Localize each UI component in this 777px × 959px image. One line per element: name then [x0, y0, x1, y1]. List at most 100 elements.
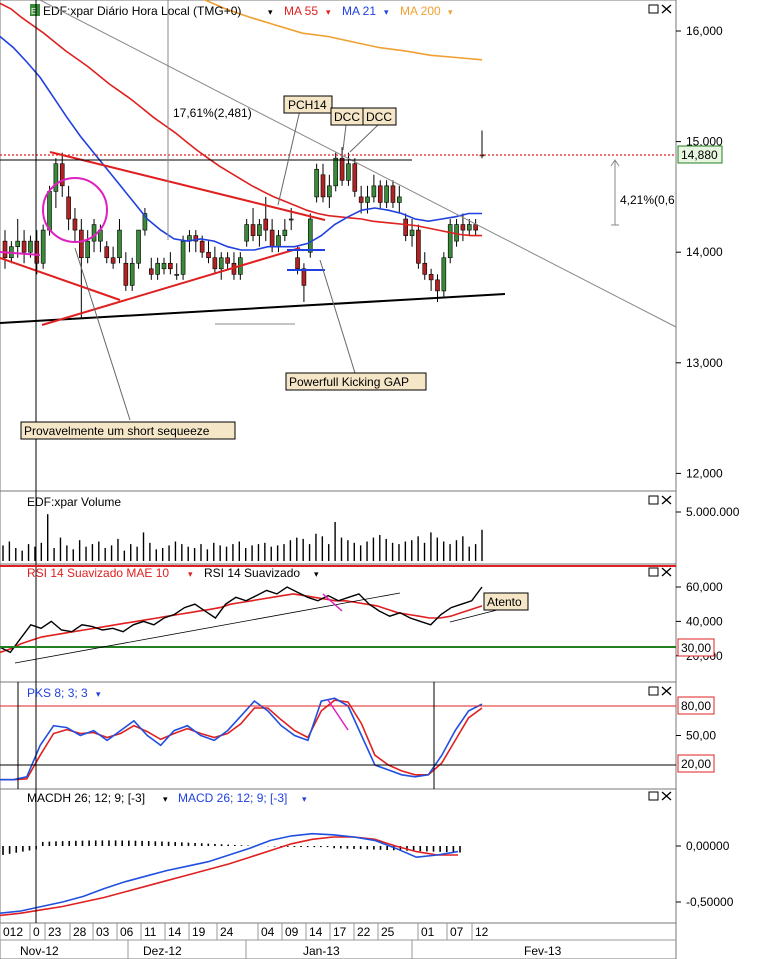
pks-title[interactable]: PKS 8; 3; 3 [27, 686, 88, 700]
candle-body [91, 224, 97, 242]
candle-body [180, 240, 186, 275]
x-axis-day-label: 19 [192, 925, 206, 939]
price-title-dropdown-icon[interactable]: ▾ [268, 7, 273, 17]
move-label: 17,61%(2,481) [173, 106, 252, 120]
x-axis-day-label: 25 [381, 925, 395, 939]
candle-body [212, 257, 218, 270]
candle-body [333, 157, 339, 187]
candle-body [199, 240, 205, 253]
rsi-title-b[interactable]: RSI 14 Suavizado [204, 566, 300, 580]
dcc-label: DCC [334, 110, 360, 124]
candle-body [174, 274, 180, 276]
macdh-title[interactable]: MACDH 26; 12; 9; [-3] [27, 791, 145, 805]
candle-body [435, 279, 440, 292]
candle-body [466, 224, 472, 231]
candle-body [53, 163, 59, 192]
candle-body [206, 251, 211, 259]
x-axis-month-label: Nov-12 [20, 944, 59, 958]
pks-dropdown-icon[interactable]: ▾ [96, 689, 101, 699]
x-axis-month-label: Jan-13 [303, 944, 340, 958]
candle-body [428, 274, 434, 281]
price-axis-label: 12,000 [686, 466, 723, 480]
candle-body [148, 268, 154, 275]
macd-dropdown-icon[interactable]: ▾ [302, 794, 307, 804]
dcc-label-box[interactable]: DCC [330, 107, 364, 126]
candle-body [59, 163, 65, 187]
candle-body [276, 235, 281, 247]
candle-body [320, 174, 326, 198]
candle-body [244, 224, 249, 242]
atento-label: Atento [487, 595, 522, 609]
x-axis-month-label: Fev-13 [524, 944, 562, 958]
candle-body [34, 240, 40, 264]
candle-body [288, 218, 294, 221]
legend-ma200[interactable]: MA 200 [400, 4, 441, 18]
candle-body [15, 240, 21, 247]
candle-body [263, 218, 269, 231]
candle-body [47, 191, 52, 231]
candle-body [2, 240, 8, 259]
candle-body [384, 185, 389, 203]
candle-body [168, 262, 173, 270]
price-axis-label: 14,000 [686, 245, 723, 259]
pks-80-box: 80,00 [677, 696, 715, 715]
price-panel [0, 0, 677, 492]
price-title[interactable]: EDF:xpar Diário Hora Local (TMG+0) [43, 4, 241, 18]
candle-body [346, 163, 351, 181]
ma21-dropdown-icon[interactable]: ▾ [384, 7, 389, 17]
price-axis-label: 13,000 [686, 356, 723, 370]
candle-body [314, 168, 319, 198]
x-axis-day-label: 28 [73, 925, 87, 939]
pct-label: 4,21%(0,6 [620, 193, 675, 207]
macd-title[interactable]: MACD 26; 12; 9; [-3] [178, 791, 287, 805]
gap-label-box[interactable]: Powerfull Kicking GAP [285, 372, 427, 391]
x-axis-day-label: 06 [120, 925, 134, 939]
x-axis-day-label: 12 [475, 925, 489, 939]
pks-20-label: 20,00 [681, 757, 711, 771]
rsi-b-dropdown-icon[interactable]: ▾ [314, 569, 319, 579]
candle-body [295, 257, 300, 270]
candle-body [422, 262, 428, 275]
candle-body [129, 262, 135, 286]
squeeze-label-box[interactable]: Provavelmente um short sequeeze [20, 421, 236, 440]
x-axis-day-label: 09 [285, 925, 299, 939]
macd-axis-label: 0,00000 [686, 839, 730, 853]
candle-body [282, 229, 288, 236]
pks-20-box: 20,00 [677, 754, 715, 773]
dcc2-label-box[interactable]: DCC [362, 107, 397, 126]
candle-body [352, 163, 358, 192]
candle-body [161, 262, 167, 270]
x-axis-month-label: Dez-12 [143, 944, 182, 958]
dcc2-label: DCC [366, 110, 392, 124]
macdh-dropdown-icon[interactable]: ▾ [163, 794, 168, 804]
candle-body [307, 218, 313, 253]
legend-ma55[interactable]: MA 55 [284, 4, 318, 18]
candle-body [110, 257, 116, 264]
atento-label-box[interactable]: Atento [483, 592, 529, 611]
volume-title[interactable]: EDF:xpar Volume [27, 495, 121, 509]
candle-body [365, 196, 370, 203]
ma200-dropdown-icon[interactable]: ▾ [448, 7, 453, 17]
pch14-label-box[interactable]: PCH14 [283, 95, 333, 114]
rsi-a-dropdown-icon[interactable]: ▾ [188, 569, 193, 579]
x-axis-day-label: 22 [357, 925, 371, 939]
ma55-dropdown-icon[interactable]: ▾ [326, 7, 331, 17]
candle-body [460, 224, 466, 231]
rsi-axis-label: 60,000 [686, 580, 723, 594]
rsi-title-a[interactable]: RSI 14 Suavizado MAE 10 [27, 566, 169, 580]
candle-body [403, 218, 408, 236]
candle-body [257, 224, 262, 236]
gap-label: Powerfull Kicking GAP [289, 375, 409, 389]
candle-body [473, 224, 478, 231]
x-axis-day-label: 07 [450, 925, 464, 939]
candle-body [85, 240, 90, 259]
candle-body [218, 257, 224, 270]
rsi-30-label: 30,00 [681, 641, 711, 655]
candle-body [377, 185, 383, 203]
legend-ma21[interactable]: MA 21 [342, 4, 376, 18]
macd-panel [0, 788, 677, 924]
pch14-label: PCH14 [288, 98, 327, 112]
candle-body [358, 196, 364, 203]
x-axis-day-label: 14 [168, 925, 182, 939]
pks-80-label: 80,00 [681, 699, 711, 713]
